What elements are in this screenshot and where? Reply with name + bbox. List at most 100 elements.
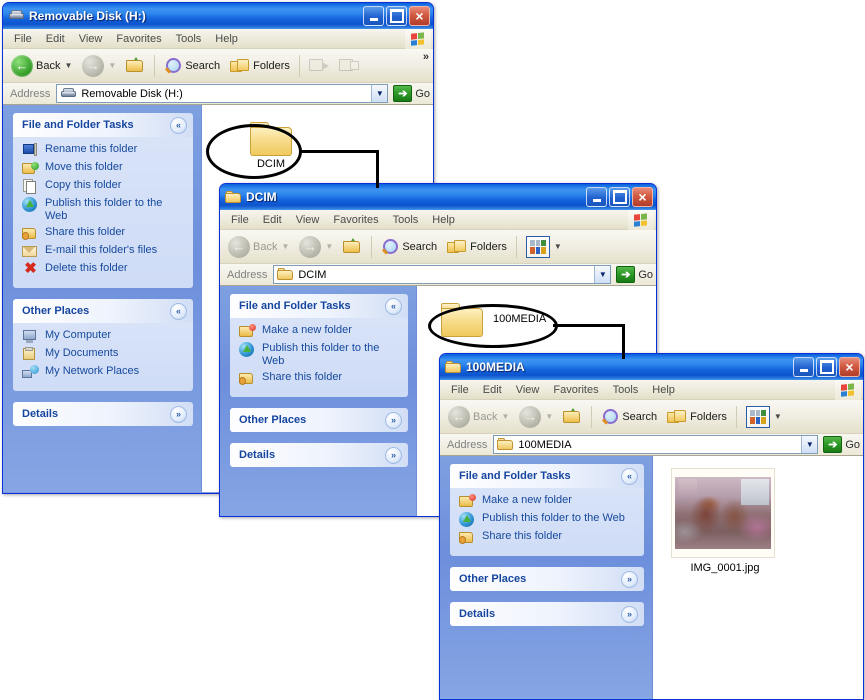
titlebar-dcim[interactable]: DCIM ×: [220, 184, 656, 210]
menubar[interactable]: File Edit View Favorites Tools Help: [220, 210, 656, 230]
chevron-up-icon[interactable]: «: [170, 116, 187, 134]
chevron-up-icon[interactable]: «: [385, 297, 402, 315]
menubar[interactable]: File Edit View Favorites Tools Help: [440, 380, 863, 400]
up-button[interactable]: [338, 233, 367, 261]
task-move-this-folder[interactable]: Move this folder: [22, 161, 185, 176]
chevron-up-icon[interactable]: «: [621, 467, 638, 485]
panel-header[interactable]: File and Folder Tasks «: [450, 464, 644, 488]
folders-button[interactable]: Folders: [662, 403, 732, 431]
chevron-down-icon[interactable]: »: [385, 446, 402, 464]
maximize-button[interactable]: [386, 6, 407, 26]
titlebar-100media[interactable]: 100MEDIA ×: [440, 354, 863, 380]
menu-tools[interactable]: Tools: [386, 212, 426, 228]
folders-button[interactable]: Folders: [442, 233, 512, 261]
toolbar-overflow-icon[interactable]: »: [423, 51, 429, 63]
views-dropdown-icon[interactable]: ▼: [554, 242, 562, 251]
window-buttons[interactable]: ×: [793, 357, 860, 377]
menu-edit[interactable]: Edit: [476, 382, 509, 398]
back-button[interactable]: ← Back ▼: [6, 52, 77, 80]
address-bar[interactable]: Address DCIM ▼ ➔ Go: [220, 264, 656, 286]
close-button[interactable]: ×: [632, 187, 653, 207]
search-button[interactable]: Search: [376, 233, 442, 261]
address-dropdown-icon[interactable]: ▼: [371, 85, 388, 102]
task-publish-to-web[interactable]: Publish this folder to the Web: [239, 342, 400, 368]
task-publish-to-web[interactable]: Publish this folder to the Web: [22, 197, 185, 223]
close-button[interactable]: ×: [409, 6, 430, 26]
menu-view[interactable]: View: [509, 382, 547, 398]
forward-button[interactable]: → ▼: [77, 52, 121, 80]
close-button[interactable]: ×: [839, 357, 860, 377]
views-button[interactable]: ▼: [521, 233, 567, 261]
titlebar-removable-disk[interactable]: Removable Disk (H:) ×: [3, 3, 433, 29]
task-share-this-folder[interactable]: Share this folder: [459, 530, 636, 545]
go-button[interactable]: ➔ Go: [388, 85, 430, 102]
address-input[interactable]: Removable Disk (H:) ▼: [56, 84, 389, 103]
panel-header[interactable]: Other Places »: [450, 567, 644, 591]
menu-favorites[interactable]: Favorites: [109, 31, 168, 47]
maximize-button[interactable]: [609, 187, 630, 207]
up-button[interactable]: [121, 52, 150, 80]
task-share-this-folder[interactable]: Share this folder: [239, 371, 400, 386]
toolbar[interactable]: ← Back ▼ → ▼ Search Folders ▼: [220, 230, 656, 264]
address-bar[interactable]: Address Removable Disk (H:) ▼ ➔ Go: [3, 83, 433, 105]
window-100media[interactable]: 100MEDIA × File Edit View Favorites Tool…: [439, 353, 864, 700]
folders-button[interactable]: Folders: [225, 52, 295, 80]
address-input[interactable]: DCIM ▼: [273, 265, 612, 284]
panel-header[interactable]: Details »: [450, 602, 644, 626]
task-make-a-new-folder[interactable]: Make a new folder: [459, 494, 636, 509]
menu-file[interactable]: File: [7, 31, 39, 47]
menu-favorites[interactable]: Favorites: [326, 212, 385, 228]
file-list-pane[interactable]: IMG_0001.jpg: [652, 456, 863, 699]
address-bar[interactable]: Address 100MEDIA ▼ ➔ Go: [440, 434, 863, 456]
search-button[interactable]: Search: [596, 403, 662, 431]
panel-header[interactable]: Details »: [230, 443, 408, 467]
go-button[interactable]: ➔ Go: [818, 436, 860, 453]
place-my-documents[interactable]: My Documents: [22, 347, 185, 362]
task-publish-to-web[interactable]: Publish this folder to the Web: [459, 512, 636, 527]
menu-favorites[interactable]: Favorites: [546, 382, 605, 398]
panel-header[interactable]: File and Folder Tasks «: [230, 294, 408, 318]
task-make-a-new-folder[interactable]: Make a new folder: [239, 324, 400, 339]
views-dropdown-icon[interactable]: ▼: [774, 412, 782, 421]
up-button[interactable]: [558, 403, 587, 431]
address-input[interactable]: 100MEDIA ▼: [493, 435, 819, 454]
chevron-down-icon[interactable]: »: [621, 570, 638, 588]
menu-tools[interactable]: Tools: [606, 382, 646, 398]
menu-view[interactable]: View: [72, 31, 110, 47]
maximize-button[interactable]: [816, 357, 837, 377]
panel-header[interactable]: File and Folder Tasks «: [13, 113, 193, 137]
address-dropdown-icon[interactable]: ▼: [801, 436, 818, 453]
views-button[interactable]: ▼: [741, 403, 787, 431]
menubar[interactable]: File Edit View Favorites Tools Help: [3, 29, 433, 49]
place-my-network-places[interactable]: My Network Places: [22, 365, 185, 380]
menu-help[interactable]: Help: [425, 212, 462, 228]
panel-header[interactable]: Other Places «: [13, 299, 193, 323]
menu-tools[interactable]: Tools: [169, 31, 209, 47]
task-share-this-folder[interactable]: Share this folder: [22, 226, 185, 241]
task-delete-this-folder[interactable]: ✖ Delete this folder: [22, 261, 185, 277]
back-dropdown-icon[interactable]: ▼: [64, 61, 72, 70]
menu-help[interactable]: Help: [645, 382, 682, 398]
panel-header[interactable]: Other Places »: [230, 408, 408, 432]
chevron-down-icon[interactable]: »: [621, 605, 638, 623]
minimize-button[interactable]: [793, 357, 814, 377]
toolbar[interactable]: ← Back ▼ → ▼ Search Folders »: [3, 49, 433, 83]
chevron-up-icon[interactable]: «: [170, 302, 187, 320]
menu-file[interactable]: File: [224, 212, 256, 228]
menu-edit[interactable]: Edit: [39, 31, 72, 47]
window-buttons[interactable]: ×: [586, 187, 653, 207]
menu-view[interactable]: View: [289, 212, 327, 228]
chevron-down-icon[interactable]: »: [170, 405, 187, 423]
minimize-button[interactable]: [586, 187, 607, 207]
menu-help[interactable]: Help: [208, 31, 245, 47]
address-dropdown-icon[interactable]: ▼: [594, 266, 611, 283]
window-buttons[interactable]: ×: [363, 6, 430, 26]
task-email-files[interactable]: E-mail this folder's files: [22, 244, 185, 259]
search-button[interactable]: Search: [159, 52, 225, 80]
minimize-button[interactable]: [363, 6, 384, 26]
task-copy-this-folder[interactable]: Copy this folder: [22, 179, 185, 194]
panel-header[interactable]: Details »: [13, 402, 193, 426]
chevron-down-icon[interactable]: »: [385, 411, 402, 429]
file-item-img-0001[interactable]: IMG_0001.jpg: [671, 468, 779, 574]
menu-file[interactable]: File: [444, 382, 476, 398]
